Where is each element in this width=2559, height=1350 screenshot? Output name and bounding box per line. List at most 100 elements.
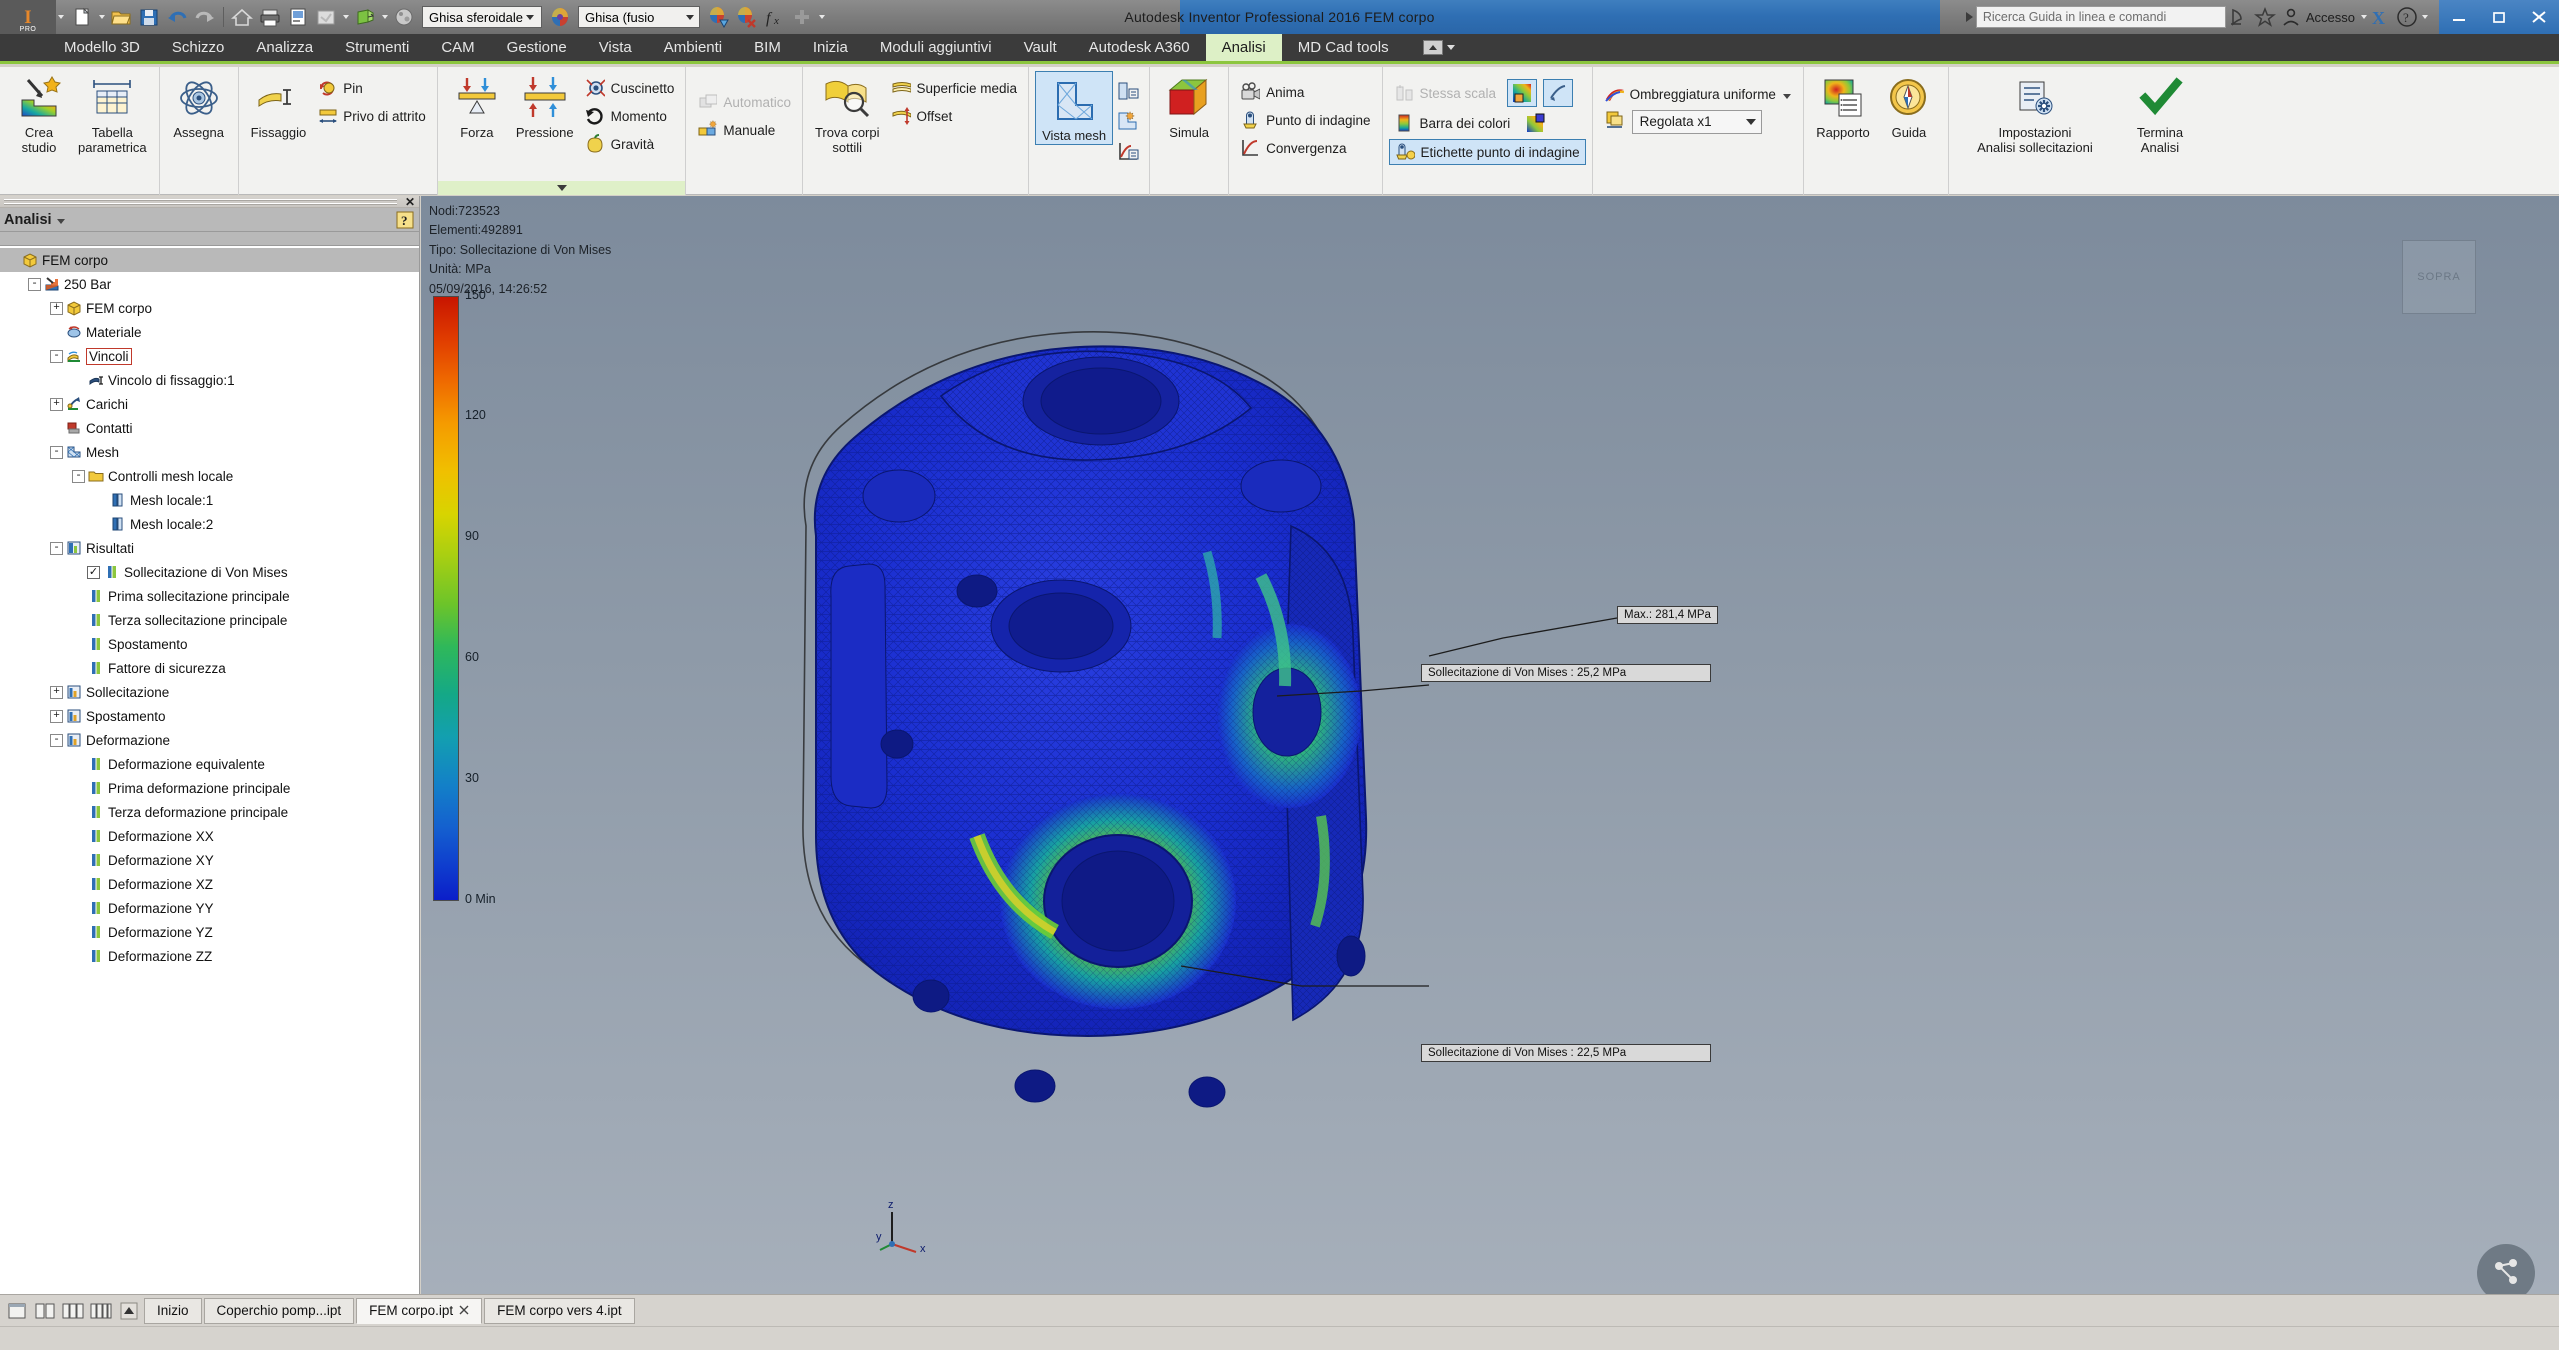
tab-cam[interactable]: CAM	[425, 34, 490, 61]
tree-item[interactable]: Prima sollecitazione principale	[0, 584, 419, 608]
browser-grip[interactable]: ✕	[0, 196, 419, 208]
tree-item[interactable]: Vincolo di fissaggio:1	[0, 368, 419, 392]
close-icon[interactable]	[459, 1303, 469, 1318]
expand-icon[interactable]: +	[50, 685, 63, 699]
tab-md-cad-tools[interactable]: MD Cad tools	[1282, 34, 1405, 61]
tree-item[interactable]: Mesh locale:2	[0, 512, 419, 536]
minimize-button[interactable]	[2439, 0, 2479, 34]
graphics-viewport[interactable]: Nodi:723523 Elementi:492891 Tipo: Sollec…	[421, 196, 2559, 1326]
convergence-button[interactable]: Convergenza	[1235, 135, 1375, 161]
favorites-star-icon[interactable]	[2252, 4, 2278, 30]
update-caret-icon[interactable]	[341, 4, 350, 30]
moment-load-button[interactable]: Momento	[580, 103, 680, 129]
probe-label-1[interactable]: Sollecitazione di Von Mises : 25,2 MPa	[1421, 664, 1711, 682]
probe-point-button[interactable]: Punto di indagine	[1235, 107, 1375, 133]
manual-contact-button[interactable]: Manuale	[692, 117, 796, 143]
tree-item[interactable]: Materiale	[0, 320, 419, 344]
offset-button[interactable]: Offset	[886, 103, 1023, 129]
doc-tab-fem-corpo-vers4[interactable]: FEM corpo vers 4.ipt	[484, 1297, 635, 1324]
tab-bim[interactable]: BIM	[738, 34, 797, 61]
shading-mode-button[interactable]: Ombreggiatura uniforme	[1599, 81, 1797, 107]
return-caret-icon[interactable]	[380, 4, 389, 30]
max-result-icon[interactable]	[1507, 79, 1538, 107]
chevron-down-icon[interactable]	[56, 212, 66, 228]
restore-button[interactable]	[2479, 0, 2519, 34]
tree-item[interactable]: Contatti	[0, 416, 419, 440]
account-label[interactable]: Accesso	[2306, 10, 2355, 25]
tree-item[interactable]: Prima deformazione principale	[0, 776, 419, 800]
tab-moduli-aggiuntivi[interactable]: Moduli aggiuntivi	[864, 34, 1008, 61]
home-icon[interactable]	[229, 4, 255, 30]
bearing-load-button[interactable]: Cuscinetto	[580, 75, 680, 101]
ribbon-options-caret-icon[interactable]	[1447, 45, 1455, 50]
tree-item[interactable]: Deformazione XX	[0, 824, 419, 848]
parameters-fx-icon[interactable]: fx	[761, 4, 787, 30]
tree-item[interactable]: Deformazione ZZ	[0, 944, 419, 968]
ribbon-collapse-button[interactable]	[1422, 40, 1443, 55]
pin-constraint-button[interactable]: Pin	[312, 75, 431, 101]
account-caret-icon[interactable]	[2359, 4, 2368, 30]
color-bar-button[interactable]: Barra dei colori	[1389, 110, 1516, 136]
tab-schizzo[interactable]: Schizzo	[156, 34, 241, 61]
appearance-combo[interactable]: Ghisa (fusio	[578, 6, 700, 28]
tab-analizza[interactable]: Analizza	[240, 34, 329, 61]
search-input[interactable]: Ricerca Guida in linea e comandi	[1975, 6, 2226, 28]
collapse-icon[interactable]: -	[72, 469, 85, 483]
undo-icon[interactable]	[164, 4, 190, 30]
tree-item[interactable]: Mesh locale:1	[0, 488, 419, 512]
adjust-appearance-icon[interactable]	[705, 4, 731, 30]
tree-item[interactable]: Fattore di sicurezza	[0, 656, 419, 680]
animate-button[interactable]: Anima	[1235, 79, 1375, 105]
tab-inizia[interactable]: Inizia	[797, 34, 864, 61]
search-expand-icon[interactable]	[1962, 0, 1976, 34]
tree-item[interactable]: - Controlli mesh locale	[0, 464, 419, 488]
mesh-settings-icon[interactable]	[1113, 107, 1143, 135]
convergence-settings-icon[interactable]	[1113, 137, 1143, 165]
chevron-down-icon[interactable]	[1782, 87, 1792, 102]
chevron-down-icon[interactable]	[1741, 119, 1761, 125]
tree-item[interactable]: Deformazione XZ	[0, 872, 419, 896]
collapse-icon[interactable]: -	[50, 445, 63, 459]
parametric-table-button[interactable]: Tabella parametrica	[72, 71, 153, 156]
autodesk-x-icon[interactable]: X	[2368, 4, 2394, 30]
tree-item[interactable]: - Mesh	[0, 440, 419, 464]
single-view-icon[interactable]	[4, 1299, 30, 1323]
save-icon[interactable]	[136, 4, 162, 30]
deformation-scale-combo[interactable]: Regolata x1	[1631, 109, 1762, 134]
tab-modello-3d[interactable]: Modello 3D	[48, 34, 156, 61]
local-mesh-control-icon[interactable]	[1113, 77, 1143, 105]
tree-item[interactable]: - Vincoli	[0, 344, 419, 368]
view-cube[interactable]: SOPRA	[2379, 218, 2499, 338]
finish-analysis-button[interactable]: Termina Analisi	[2115, 71, 2205, 156]
scroll-up-icon[interactable]	[116, 1299, 142, 1323]
three-view-icon[interactable]	[60, 1299, 86, 1323]
fixed-constraint-button[interactable]: Fissaggio	[245, 71, 313, 141]
tree-item[interactable]: + Spostamento	[0, 704, 419, 728]
qat-overflow-caret-icon[interactable]	[817, 4, 826, 30]
gravity-load-button[interactable]: Gravità	[580, 131, 680, 157]
tree-item[interactable]: Deformazione YZ	[0, 920, 419, 944]
tree-item[interactable]: Terza deformazione principale	[0, 800, 419, 824]
expand-icon[interactable]: +	[50, 709, 63, 723]
probe-label-2[interactable]: Sollecitazione di Von Mises : 22,5 MPa	[1421, 1044, 1711, 1062]
tree-item[interactable]: Deformazione equivalente	[0, 752, 419, 776]
force-load-button[interactable]: Forza	[444, 71, 510, 141]
tree-item[interactable]: Spostamento	[0, 632, 419, 656]
tab-analisi[interactable]: Analisi	[1205, 34, 1282, 61]
tab-ambienti[interactable]: Ambienti	[648, 34, 738, 61]
tree-item[interactable]: + FEM corpo	[0, 296, 419, 320]
simulate-button[interactable]: Simula	[1156, 71, 1222, 141]
tree-item[interactable]: + Carichi	[0, 392, 419, 416]
carichi-panel-expand-button[interactable]	[437, 181, 686, 195]
tree-item[interactable]: Deformazione YY	[0, 896, 419, 920]
tree-item[interactable]: Terza sollecitazione principale	[0, 608, 419, 632]
midsurface-button[interactable]: Superficie media	[886, 75, 1023, 101]
view-cube-face[interactable]: SOPRA	[2402, 240, 2476, 314]
collapse-icon[interactable]: -	[28, 277, 41, 291]
mesh-view-button[interactable]: Vista mesh	[1035, 71, 1114, 145]
customize-qat-plus-icon[interactable]	[789, 4, 815, 30]
clear-appearance-icon[interactable]	[733, 4, 759, 30]
frictionless-constraint-button[interactable]: Privo di attrito	[312, 103, 431, 129]
application-menu-caret-icon[interactable]	[56, 4, 65, 30]
tree-item[interactable]: Deformazione XY	[0, 848, 419, 872]
